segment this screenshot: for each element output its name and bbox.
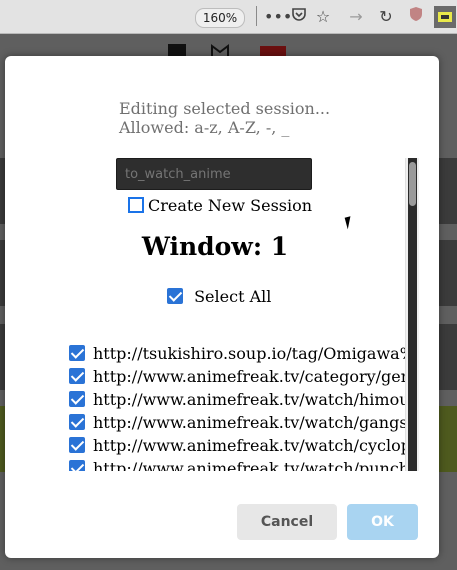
edit-session-dialog: Editing selected session... Allowed: a-z… [5,56,439,558]
checkbox-unchecked-icon[interactable] [128,197,144,213]
url-list-item[interactable]: http://www.animefreak.tv/category/gen [69,365,418,388]
pocket-icon[interactable] [289,6,309,28]
hint-line-2: Allowed: a-z, A-Z, -, _ [119,118,290,137]
checkbox-checked-icon[interactable] [69,414,85,430]
session-name-input[interactable] [116,158,312,190]
session-ext-icon[interactable] [434,6,456,28]
session-scroll-area[interactable]: Create New Session Window: 1 Select All … [5,158,418,471]
more-icon[interactable]: ••• [264,6,292,28]
page-strip [439,158,457,224]
url-text: http://www.animefreak.tv/watch/punch- [93,459,415,471]
checkbox-checked-icon[interactable] [69,437,85,453]
page-strip [439,406,457,472]
browser-toolbar: 160% ••• ☆ → ↻ [0,0,457,34]
forward-icon[interactable]: → [346,6,366,28]
ublock-icon[interactable] [406,6,426,28]
url-list-item[interactable]: http://tsukishiro.soup.io/tag/Omigawa% [69,342,418,365]
url-list-item[interactable]: http://www.animefreak.tv/watch/himou [69,388,418,411]
url-text: http://tsukishiro.soup.io/tag/Omigawa% [93,344,415,363]
bookmark-star-icon[interactable]: ☆ [313,6,333,28]
ok-button[interactable]: OK [347,504,418,540]
cancel-button[interactable]: Cancel [237,504,337,540]
url-text: http://www.animefreak.tv/category/gen [93,367,412,386]
checkbox-checked-icon[interactable] [69,345,85,361]
hint-line-1: Editing selected session... [119,99,331,118]
create-new-session-label: Create New Session [148,196,313,215]
url-list: http://tsukishiro.soup.io/tag/Omigawa% h… [69,342,418,471]
page-strip [439,324,457,390]
url-text: http://www.animefreak.tv/watch/himou [93,390,410,409]
window-title: Window: 1 [141,232,289,261]
create-new-session-checkbox[interactable]: Create New Session [128,196,312,216]
page-strip [439,240,457,306]
url-list-item[interactable]: http://www.animefreak.tv/watch/cyclop [69,434,418,457]
url-text: http://www.animefreak.tv/watch/cyclop [93,436,411,455]
reload-icon[interactable]: ↻ [376,6,396,28]
checkbox-checked-icon[interactable] [69,391,85,407]
url-list-item[interactable]: http://www.animefreak.tv/watch/gangst [69,411,418,434]
url-text: http://www.animefreak.tv/watch/gangst [93,413,414,432]
zoom-level-badge[interactable]: 160% [195,8,245,28]
url-list-item[interactable]: http://www.animefreak.tv/watch/punch- [69,457,418,471]
session-hint: Editing selected session... Allowed: a-z… [119,99,419,137]
checkbox-checked-icon[interactable] [69,460,85,471]
vertical-scrollbar[interactable] [405,158,419,471]
checkbox-checked-icon[interactable] [167,288,183,304]
scrollbar-thumb[interactable] [409,162,416,206]
select-all-label: Select All [194,287,272,306]
toolbar-separator [256,6,257,26]
checkbox-checked-icon[interactable] [69,368,85,384]
select-all-checkbox[interactable]: Select All [167,287,271,306]
